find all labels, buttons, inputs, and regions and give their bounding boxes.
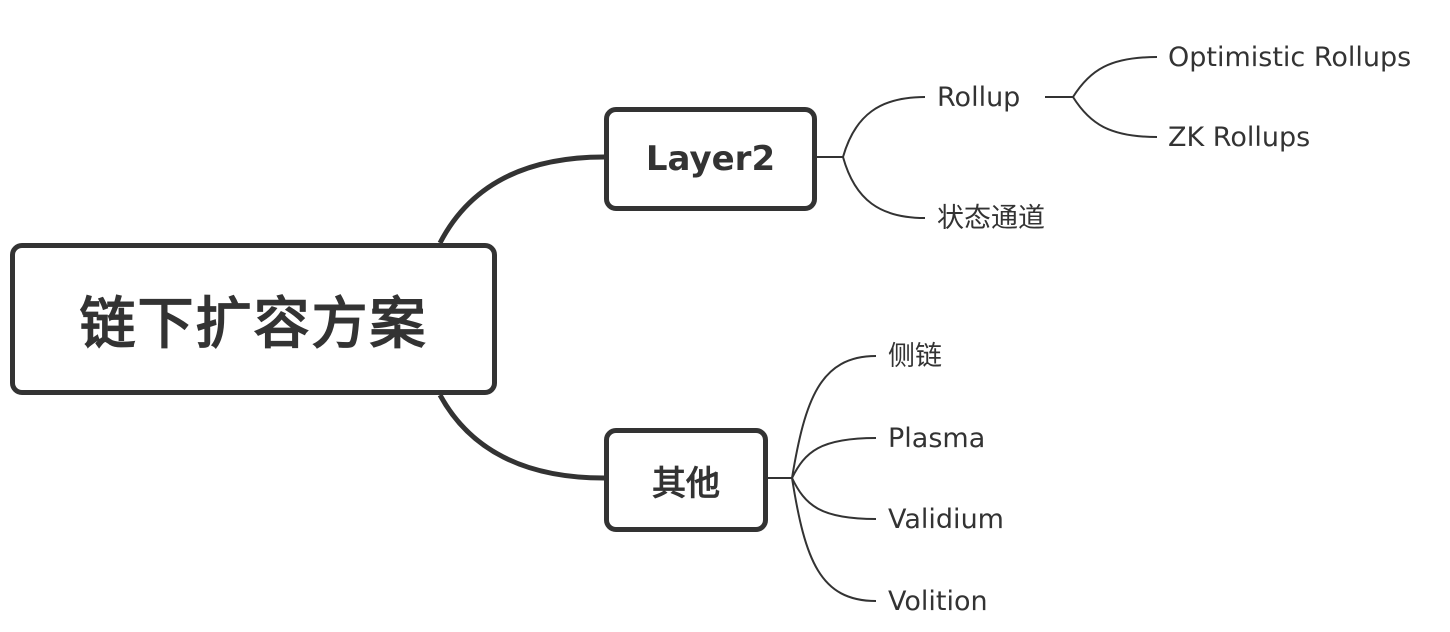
connector-root-layer2 xyxy=(437,154,605,245)
leaf-node-volition[interactable]: Volition xyxy=(888,588,988,615)
connector-layer2-state-channel xyxy=(842,156,926,219)
leaf-node-rollup[interactable]: Rollup xyxy=(937,84,1020,111)
leaf-node-label: Volition xyxy=(888,586,988,617)
leaf-node-label: Rollup xyxy=(937,82,1021,113)
branch-node-label: Layer2 xyxy=(645,139,776,179)
leaf-node-validium[interactable]: Validium xyxy=(888,506,1004,533)
leaf-node-label: Validium xyxy=(888,504,1004,535)
leaf-node-label: ZK Rollups xyxy=(1168,122,1311,153)
connector-other-plasma xyxy=(791,437,877,479)
branch-node-other[interactable]: 其他 xyxy=(604,428,768,532)
leaf-node-sidechain[interactable]: 侧链 xyxy=(888,343,942,370)
leaf-node-optimistic-rollups[interactable]: Optimistic Rollups xyxy=(1168,44,1411,71)
connector-rollup-zk xyxy=(1072,96,1158,138)
leaf-node-plasma[interactable]: Plasma xyxy=(888,425,985,452)
leaf-node-label: 状态通道 xyxy=(937,203,1045,234)
branch-node-label: 其他 xyxy=(652,463,720,504)
leaf-node-label: Optimistic Rollups xyxy=(1168,42,1412,73)
leaf-node-label: 侧链 xyxy=(888,341,942,372)
connector-rollup-optimistic xyxy=(1072,56,1158,98)
branch-node-layer2[interactable]: Layer2 xyxy=(604,107,817,211)
root-node[interactable]: 链下扩容方案 xyxy=(10,243,497,395)
leaf-node-zk-rollups[interactable]: ZK Rollups xyxy=(1168,124,1310,151)
connector-other-validium xyxy=(791,477,877,520)
root-node-label: 链下扩容方案 xyxy=(79,291,428,357)
leaf-node-state-channel[interactable]: 状态通道 xyxy=(937,205,1045,232)
connector-layer2-rollup xyxy=(842,96,926,158)
leaf-node-label: Plasma xyxy=(888,423,986,454)
connector-root-other xyxy=(437,393,605,481)
